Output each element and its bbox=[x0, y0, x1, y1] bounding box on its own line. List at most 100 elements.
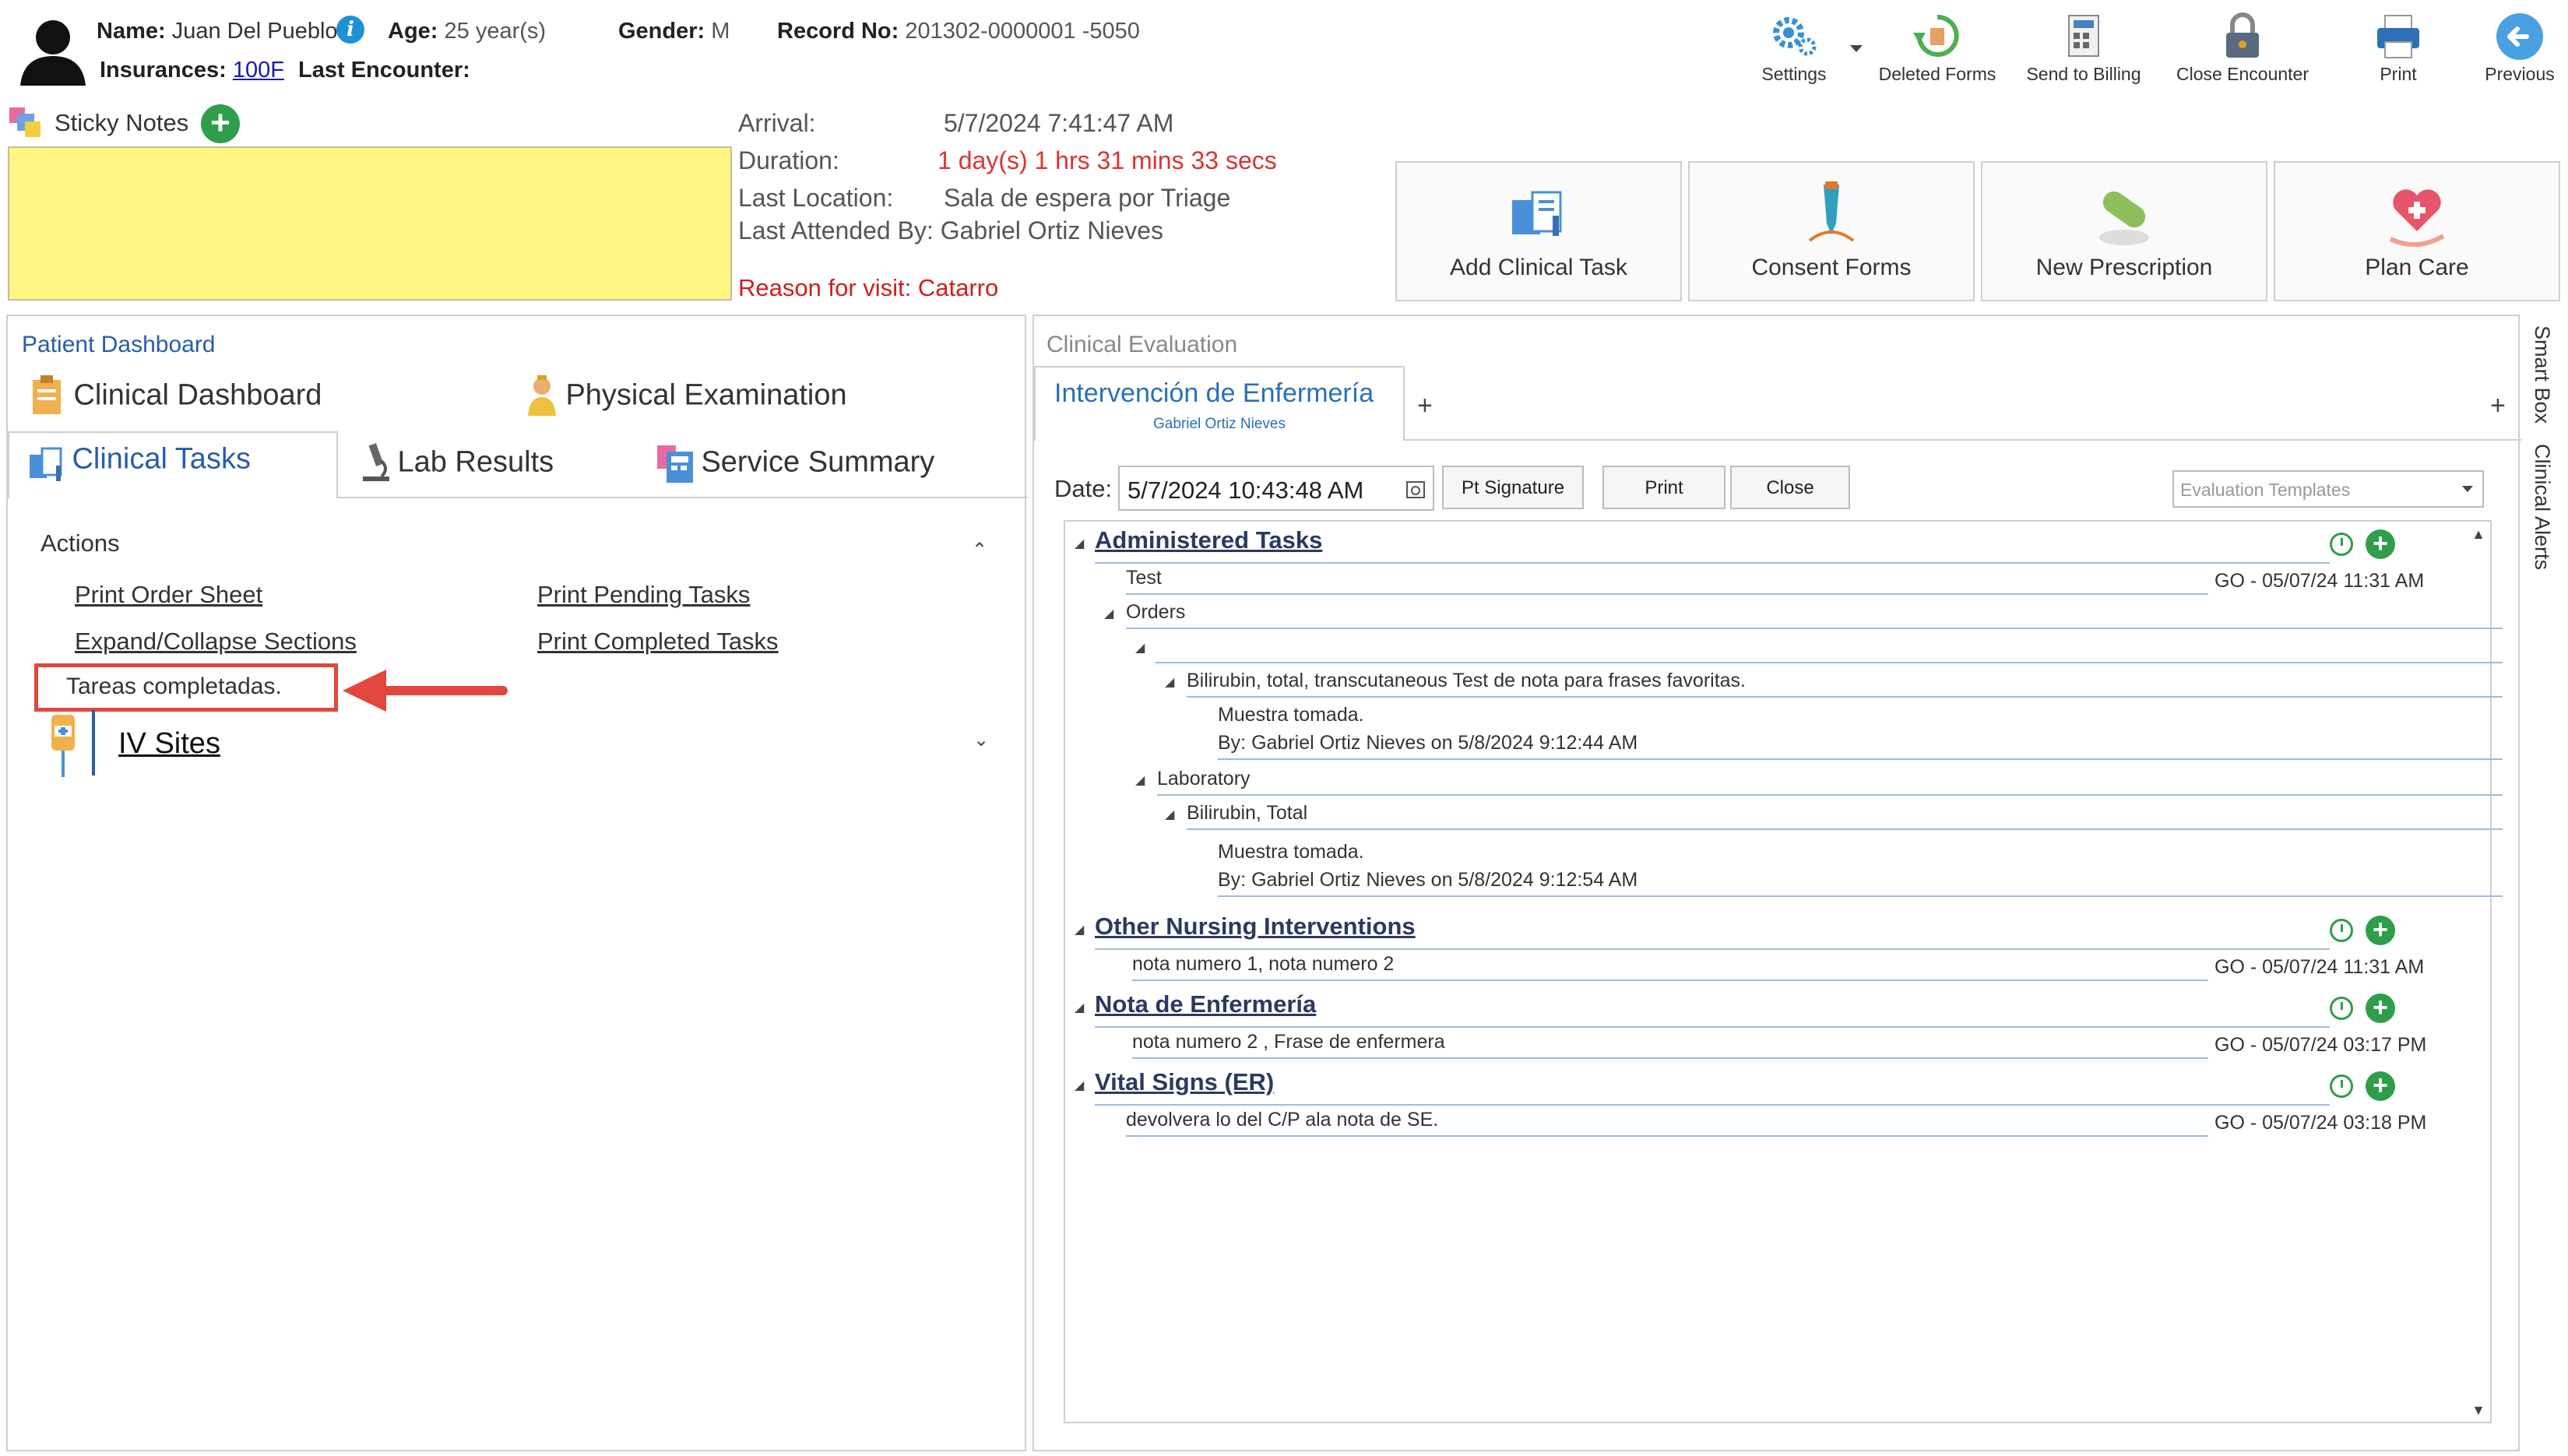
add-nota-enfermeria-button[interactable]: + bbox=[2366, 994, 2395, 1023]
expand-collapse-link[interactable]: Expand/Collapse Sections bbox=[75, 628, 357, 656]
collapse-other-icon[interactable]: ◢ bbox=[1075, 922, 1084, 937]
smart-box-label: Smart Box bbox=[2531, 325, 2554, 424]
test-item: Test bbox=[1126, 567, 1162, 589]
patient-avatar bbox=[17, 14, 89, 86]
chevron-down-icon bbox=[2462, 486, 2473, 492]
clinical-alerts-label: Clinical Alerts bbox=[2531, 444, 2554, 571]
print-evaluation-button[interactable]: Print bbox=[1602, 466, 1725, 509]
close-encounter-button[interactable]: Close Encounter bbox=[2172, 6, 2313, 93]
administered-tasks-header[interactable]: Administered Tasks bbox=[1095, 526, 1322, 554]
muestra-1-by: By: Gabriel Ortiz Nieves on 5/8/2024 9:1… bbox=[1218, 732, 1638, 754]
calendar-icon[interactable] bbox=[1405, 478, 1426, 500]
insurance-row: Insurances: 100F Last Encounter: bbox=[100, 58, 470, 83]
collapse-vital-icon[interactable]: ◢ bbox=[1075, 1078, 1084, 1093]
printer-icon bbox=[2377, 15, 2419, 58]
send-to-billing-label: Send to Billing bbox=[2026, 64, 2141, 84]
callout-box: Tareas completadas. bbox=[34, 663, 338, 712]
clinical-alerts-tab[interactable]: Clinical Alerts bbox=[2526, 444, 2557, 584]
date-input[interactable]: 5/7/2024 10:43:48 AM bbox=[1118, 466, 1434, 511]
collapse-orders-child-icon[interactable]: ◢ bbox=[1135, 640, 1145, 656]
scroll-up-button[interactable]: ▲ bbox=[2471, 526, 2485, 543]
add-vital-signs-button[interactable]: + bbox=[2366, 1071, 2395, 1101]
collapse-administered-icon[interactable]: ◢ bbox=[1075, 536, 1084, 551]
insurance-link[interactable]: 100F bbox=[233, 58, 284, 83]
settings-dropdown-icon[interactable] bbox=[1850, 45, 1863, 52]
record-row: Record No: 201302-0000001 -5050 bbox=[777, 19, 1140, 44]
location-value: Sala de espera por Triage bbox=[944, 184, 1231, 212]
evaluation-templates-select[interactable]: Evaluation Templates bbox=[2172, 470, 2484, 508]
alarm-clock-icon[interactable] bbox=[2330, 997, 2353, 1020]
doctor-icon bbox=[528, 375, 556, 416]
tab-clinical-dashboard[interactable]: Clinical Dashboard bbox=[30, 374, 322, 420]
billing-icon bbox=[2068, 15, 2099, 57]
tab-clinical-tasks[interactable]: Clinical Tasks bbox=[8, 431, 338, 498]
pill-icon bbox=[2099, 191, 2149, 245]
alarm-clock-icon[interactable] bbox=[2330, 919, 2353, 942]
arrival-label: Arrival: bbox=[738, 109, 816, 137]
last-encounter-label: Last Encounter: bbox=[298, 58, 470, 83]
print-completed-tasks-link[interactable]: Print Completed Tasks bbox=[537, 628, 779, 656]
arrival-value: 5/7/2024 7:41:47 AM bbox=[944, 109, 1174, 137]
consent-forms-button[interactable]: Consent Forms bbox=[1688, 161, 1975, 301]
settings-button[interactable]: Settings bbox=[1732, 6, 1856, 93]
muestra-2-by: By: Gabriel Ortiz Nieves on 5/8/2024 9:1… bbox=[1218, 869, 1638, 891]
collapse-nota-icon[interactable]: ◢ bbox=[1075, 1000, 1084, 1015]
clinical-evaluation-panel: Clinical Evaluation Intervención de Enfe… bbox=[1032, 315, 2521, 1451]
tab-strip-line bbox=[1403, 439, 2521, 441]
smart-box-tab[interactable]: Smart Box bbox=[2526, 325, 2557, 434]
tab-intervencion[interactable]: Intervención de Enfermería Gabriel Ortiz… bbox=[1034, 366, 1405, 441]
add-tab-button[interactable]: + bbox=[1417, 391, 1433, 421]
tab-service-summary[interactable]: Service Summary bbox=[654, 441, 934, 487]
alarm-clock-icon[interactable] bbox=[2330, 533, 2353, 556]
other-nursing-note: nota numero 1, nota numero 2 bbox=[1132, 953, 1395, 975]
tab-lab-results[interactable]: Lab Results bbox=[358, 441, 554, 487]
tab-clinical-dashboard-label: Clinical Dashboard bbox=[73, 378, 322, 412]
plan-care-button[interactable]: Plan Care bbox=[2274, 161, 2560, 301]
add-tab-right-button[interactable]: + bbox=[2490, 391, 2506, 421]
tab-physical-examination[interactable]: Physical Examination bbox=[522, 374, 847, 420]
collapse-bilirubin-trans-icon[interactable]: ◢ bbox=[1165, 674, 1174, 690]
print-order-sheet-link[interactable]: Print Order Sheet bbox=[75, 581, 262, 609]
nota-enfermeria-header[interactable]: Nota de Enfermería bbox=[1095, 990, 1316, 1018]
settings-label: Settings bbox=[1761, 64, 1827, 84]
vital-signs-note: devolvera lo del C/P ala nota de SE. bbox=[1126, 1109, 1439, 1131]
add-sticky-note-button[interactable]: + bbox=[201, 104, 240, 143]
collapse-bilirubin-total-icon[interactable]: ◢ bbox=[1165, 807, 1174, 822]
print-button[interactable]: Print bbox=[2336, 6, 2461, 93]
close-evaluation-button[interactable]: Close bbox=[1730, 466, 1850, 509]
patient-dashboard-panel: Patient Dashboard Clinical Dashboard Phy… bbox=[6, 315, 1028, 1451]
consent-forms-label: Consent Forms bbox=[1751, 255, 1912, 280]
age-label: Age: bbox=[388, 19, 438, 44]
other-nursing-header[interactable]: Other Nursing Interventions bbox=[1095, 913, 1416, 941]
insurances-label: Insurances: bbox=[100, 58, 227, 83]
new-prescription-label: New Prescription bbox=[2035, 255, 2213, 280]
print-pending-tasks-link[interactable]: Print Pending Tasks bbox=[537, 581, 750, 609]
back-arrow-icon bbox=[2496, 13, 2543, 60]
iv-divider bbox=[92, 710, 95, 775]
alarm-clock-icon[interactable] bbox=[2330, 1074, 2353, 1098]
tab-underline bbox=[336, 497, 1028, 498]
scroll-down-button[interactable]: ▼ bbox=[2471, 1402, 2485, 1419]
vital-signs-header[interactable]: Vital Signs (ER) bbox=[1095, 1068, 1274, 1096]
sticky-note-area[interactable] bbox=[8, 146, 732, 301]
bilirubin-transcutaneous-item: Bilirubin, total, transcutaneous Test de… bbox=[1187, 670, 1746, 691]
collapse-laboratory-icon[interactable]: ◢ bbox=[1135, 772, 1145, 788]
patient-name-row: Name: Juan Del Pueblo bbox=[97, 19, 338, 44]
collapse-actions-icon[interactable]: ⌃ bbox=[972, 539, 987, 561]
new-prescription-button[interactable]: New Prescription bbox=[1981, 161, 2267, 301]
add-other-nursing-button[interactable]: + bbox=[2366, 916, 2395, 945]
bilirubin-total-item: Bilirubin, Total bbox=[1187, 802, 1308, 824]
iv-sites-header[interactable]: IV Sites bbox=[118, 727, 220, 761]
expand-iv-sites-icon[interactable]: ⌄ bbox=[973, 729, 989, 751]
pt-signature-button[interactable]: Pt Signature bbox=[1442, 466, 1584, 509]
deleted-forms-button[interactable]: Deleted Forms bbox=[1875, 6, 2000, 93]
collapse-orders-icon[interactable]: ◢ bbox=[1104, 606, 1113, 621]
previous-button[interactable]: Previous bbox=[2457, 6, 2568, 93]
add-administered-task-button[interactable]: + bbox=[2366, 529, 2395, 559]
duration-value: 1 day(s) 1 hrs 31 mins 33 secs bbox=[937, 146, 1277, 174]
clinical-evaluation-title: Clinical Evaluation bbox=[1047, 332, 1238, 357]
info-icon[interactable]: i bbox=[336, 16, 364, 44]
send-to-billing-button[interactable]: Send to Billing bbox=[2021, 6, 2146, 93]
add-clinical-task-button[interactable]: Add Clinical Task bbox=[1395, 161, 1682, 301]
duration-label: Duration: bbox=[738, 146, 839, 174]
